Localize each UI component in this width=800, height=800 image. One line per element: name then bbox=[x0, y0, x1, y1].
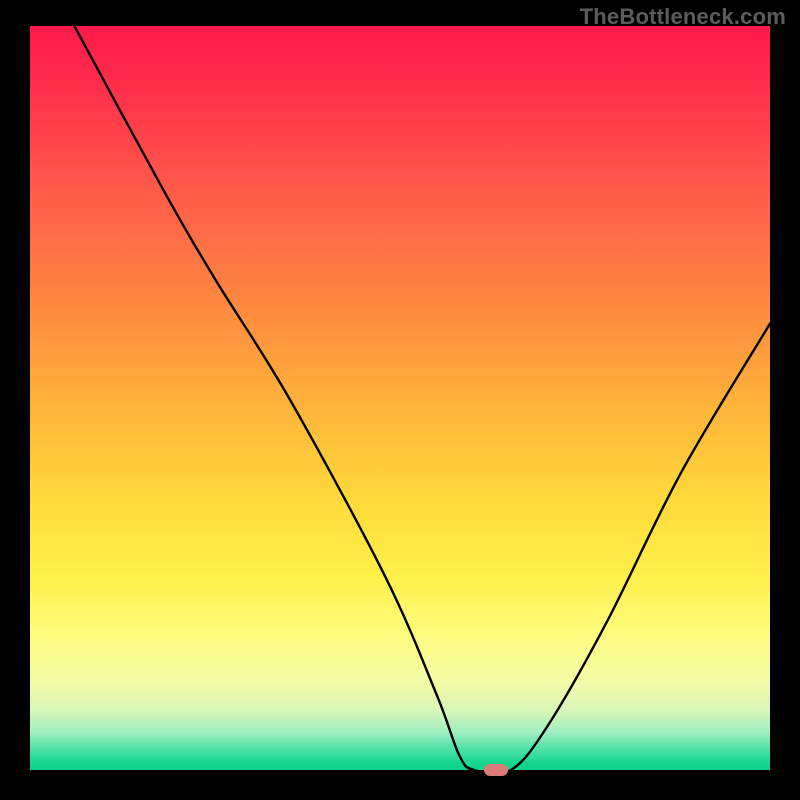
curve-svg bbox=[30, 26, 770, 770]
chart-container: TheBottleneck.com bbox=[0, 0, 800, 800]
bottleneck-curve-path bbox=[74, 26, 770, 774]
watermark-text: TheBottleneck.com bbox=[580, 4, 786, 30]
optimum-marker bbox=[484, 764, 508, 776]
plot-area bbox=[30, 26, 770, 770]
